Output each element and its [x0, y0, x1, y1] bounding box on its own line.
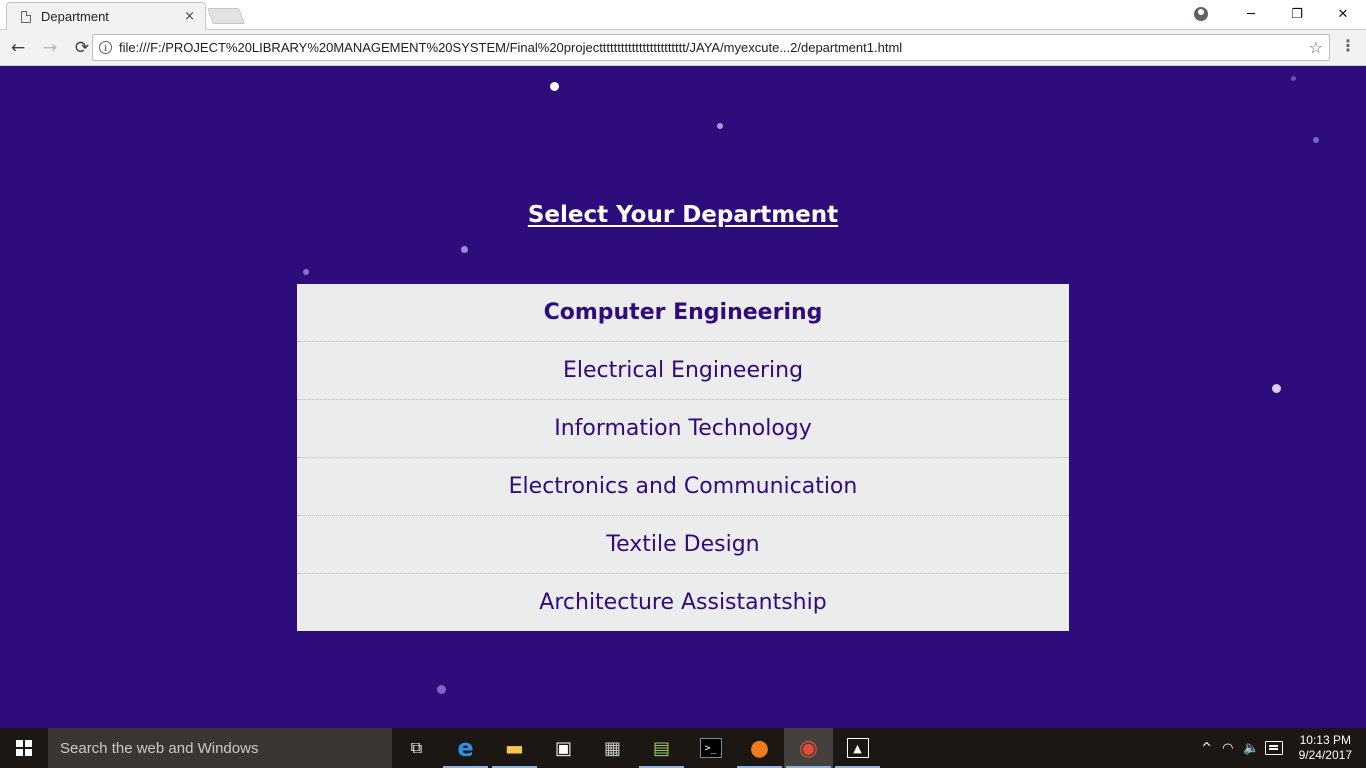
- tab-department[interactable]: Department ×: [6, 2, 206, 30]
- store-button[interactable]: ▣: [539, 728, 588, 768]
- clock-date: 9/24/2017: [1298, 748, 1352, 762]
- department-item-architecture-assistantship[interactable]: Architecture Assistantship: [297, 574, 1069, 631]
- star-dot: [303, 269, 309, 275]
- bookmark-star-icon[interactable]: ☆: [1309, 38, 1323, 57]
- window-controls: ─ ❐ ✕: [1194, 0, 1366, 28]
- department-item-computer-engineering[interactable]: Computer Engineering: [297, 284, 1069, 342]
- info-icon[interactable]: i: [99, 41, 112, 54]
- file-explorer-button[interactable]: ▬: [490, 728, 539, 768]
- cmd-button[interactable]: >_: [686, 728, 735, 768]
- tab-close-button[interactable]: ×: [184, 9, 195, 24]
- chrome-icon: ◉: [798, 735, 819, 761]
- system-tray: ^ ◠ 🔈 10:13 PM 9/24/2017: [1196, 728, 1366, 768]
- department-item-textile-design[interactable]: Textile Design: [297, 516, 1069, 574]
- firefox-button[interactable]: ●: [735, 728, 784, 768]
- start-button[interactable]: [0, 728, 48, 768]
- star-dot: [550, 82, 559, 91]
- page-title: Select Your Department: [527, 202, 839, 228]
- task-view-icon: ⧉: [410, 738, 423, 757]
- show-hidden-icons-chevron[interactable]: ^: [1201, 741, 1212, 756]
- network-app-icon: ▦: [603, 737, 621, 759]
- clock-time: 10:13 PM: [1299, 733, 1351, 747]
- address-bar[interactable]: i file:///F:/PROJECT%20LIBRARY%20MANAGEM…: [92, 34, 1330, 61]
- edge-icon: e: [457, 734, 474, 762]
- department-list: Computer Engineering Electrical Engineer…: [297, 284, 1069, 631]
- edge-button[interactable]: e: [441, 728, 490, 768]
- close-window-button[interactable]: ✕: [1320, 0, 1366, 28]
- department-item-electronics-communication[interactable]: Electronics and Communication: [297, 458, 1069, 516]
- volume-icon[interactable]: 🔈: [1243, 741, 1259, 756]
- notification-center-icon[interactable]: [1264, 741, 1283, 755]
- star-dot: [1313, 137, 1319, 143]
- back-button[interactable]: ←: [4, 34, 32, 62]
- taskbar-clock[interactable]: 10:13 PM 9/24/2017: [1299, 733, 1352, 763]
- photos-icon: ▲: [846, 738, 869, 758]
- store-icon: ▣: [554, 737, 572, 759]
- photos-button[interactable]: ▲: [833, 728, 882, 768]
- firefox-icon: ●: [749, 735, 770, 761]
- browser-menu-icon[interactable]: ⋮: [1340, 38, 1356, 54]
- windows-taskbar: Search the web and Windows ⧉ e ▬ ▣ ▦ ▤ >…: [0, 728, 1366, 768]
- url-text[interactable]: file:///F:/PROJECT%20LIBRARY%20MANAGEMEN…: [119, 40, 1309, 55]
- page-content: Select Your Department Computer Engineer…: [0, 66, 1366, 728]
- task-view-button[interactable]: ⧉: [392, 728, 441, 768]
- chart-app-button[interactable]: ▤: [637, 728, 686, 768]
- star-dot: [437, 685, 446, 694]
- taskbar-search-box[interactable]: Search the web and Windows: [48, 728, 392, 768]
- cmd-icon: >_: [699, 738, 722, 758]
- minimize-button[interactable]: ─: [1228, 0, 1274, 28]
- star-dot: [1272, 384, 1281, 393]
- new-tab-button[interactable]: [207, 8, 245, 24]
- file-explorer-icon: ▬: [505, 736, 524, 760]
- forward-button[interactable]: →: [36, 34, 64, 62]
- document-icon: [21, 10, 31, 23]
- restore-button[interactable]: ❐: [1274, 0, 1320, 28]
- star-dot: [1291, 76, 1296, 81]
- tab-title: Department: [41, 9, 109, 24]
- department-item-electrical-engineering[interactable]: Electrical Engineering: [297, 342, 1069, 400]
- wifi-icon[interactable]: ◠: [1222, 741, 1233, 756]
- chart-app-icon: ▤: [652, 737, 670, 759]
- star-dot: [461, 246, 468, 253]
- department-item-information-technology[interactable]: Information Technology: [297, 400, 1069, 458]
- taskbar-apps: ⧉ e ▬ ▣ ▦ ▤ >_ ● ◉ ▲: [392, 728, 882, 768]
- star-dot: [717, 123, 723, 129]
- browser-tab-strip: Department × ─ ❐ ✕: [0, 0, 1366, 30]
- browser-toolbar: ← → ⟳ i file:///F:/PROJECT%20LIBRARY%20M…: [0, 30, 1366, 66]
- chrome-button[interactable]: ◉: [784, 728, 833, 768]
- network-app-button[interactable]: ▦: [588, 728, 637, 768]
- windows-logo-icon: [16, 740, 32, 756]
- account-icon[interactable]: [1194, 7, 1208, 21]
